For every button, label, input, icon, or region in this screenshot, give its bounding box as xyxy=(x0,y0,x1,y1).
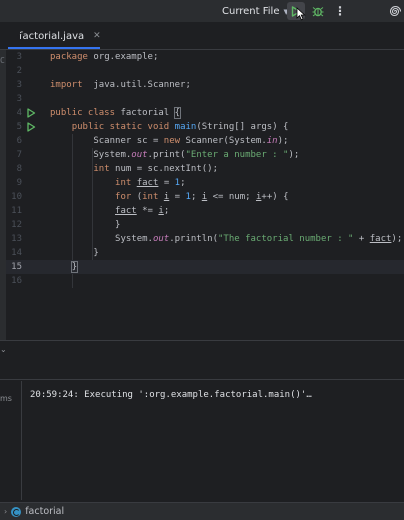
run-tool-window-tree: ms xyxy=(0,381,22,500)
line-number: 3 xyxy=(16,80,22,90)
line-number: 11 xyxy=(11,206,22,216)
code-line: 16 xyxy=(6,274,404,288)
code-line: 8 int num = sc.nextInt(); xyxy=(6,162,404,176)
line-number: 9 xyxy=(16,178,22,188)
line-number: 7 xyxy=(16,150,22,160)
tab-factorial-java[interactable]: factorial.java ✕ xyxy=(8,22,101,50)
code-line: 3 import java.util.Scanner; xyxy=(6,78,404,92)
code-line: 6 Scanner sc = new Scanner(System.in); xyxy=(6,134,404,148)
run-console[interactable]: 20:59:24: Executing ':org.example.factor… xyxy=(22,381,404,500)
mouse-cursor-icon xyxy=(296,7,306,21)
status-breadcrumb[interactable]: factorial xyxy=(25,506,64,517)
more-vertical-icon: ⋮ xyxy=(334,4,346,18)
line-number: 10 xyxy=(11,192,22,202)
chevron-right-icon[interactable]: › xyxy=(4,507,7,516)
line-number: 16 xyxy=(11,276,22,286)
chevron-down-icon[interactable]: ⌄ xyxy=(0,345,7,354)
line-number: 8 xyxy=(16,164,22,174)
code-line: 12 } xyxy=(6,218,404,232)
line-number: 3 xyxy=(16,94,22,104)
java-class-icon xyxy=(11,506,22,517)
title-bar: Current File ▼ ⋮ xyxy=(0,0,404,22)
code-text: package org.example; xyxy=(50,52,159,62)
code-text: Scanner sc = new Scanner(System.in); xyxy=(50,136,289,146)
code-line-current: 15 } xyxy=(6,260,404,274)
code-line: 2 xyxy=(6,64,404,78)
code-line: 13 System.out.println("The factorial num… xyxy=(6,232,404,246)
code-line: 9 int fact = 1; xyxy=(6,176,404,190)
code-text: } xyxy=(50,248,99,258)
run-configuration-dropdown[interactable]: Current File ▼ xyxy=(222,3,289,19)
debug-button[interactable] xyxy=(309,2,327,20)
code-text: import java.util.Scanner; xyxy=(50,80,191,90)
code-text: for (int i = 1; i <= num; i++) { xyxy=(115,192,289,202)
run-configuration-label: Current File xyxy=(222,5,280,17)
code-line: 3 package org.example; xyxy=(6,50,404,64)
more-actions-button[interactable]: ⋮ xyxy=(331,2,349,20)
code-editor[interactable]: 3 package org.example; 2 3 import java.u… xyxy=(6,50,404,340)
run-gutter-icon[interactable] xyxy=(26,108,36,118)
ai-spiral-icon xyxy=(389,5,401,16)
elapsed-time-label: ms xyxy=(0,394,12,403)
code-line: 5 public static void main(String[] args)… xyxy=(6,120,404,134)
close-icon[interactable]: ✕ xyxy=(93,31,101,41)
code-text: } xyxy=(50,220,121,230)
code-line: 7 System.out.print("Enter a number : "); xyxy=(6,148,404,162)
code-text: fact *= i; xyxy=(115,206,170,216)
line-number: 14 xyxy=(11,248,22,258)
line-number: 5 xyxy=(16,122,22,132)
line-number: 12 xyxy=(11,220,22,230)
code-text: int num = sc.nextInt(); xyxy=(93,164,218,174)
code-text: public class factorial { xyxy=(50,107,182,119)
tab-label: factorial.java xyxy=(19,30,85,42)
code-line: 11 fact *= i; xyxy=(6,204,404,218)
editor-tab-strip: factorial.java ✕ xyxy=(0,22,404,50)
tool-window-header[interactable]: ⌄ xyxy=(0,340,404,380)
active-tab-indicator xyxy=(8,47,100,49)
code-text: int fact = 1; xyxy=(115,178,186,188)
code-text: } xyxy=(70,261,79,273)
code-line: 4 public class factorial { xyxy=(6,106,404,120)
ai-assistant-button[interactable] xyxy=(386,2,404,20)
edge-glyph: C xyxy=(0,56,5,65)
code-line: 3 xyxy=(6,92,404,106)
status-bar: › factorial xyxy=(0,502,404,520)
code-text: System.out.print("Enter a number : "); xyxy=(50,150,300,160)
debug-bug-icon xyxy=(312,7,324,17)
line-number: 3 xyxy=(16,52,22,62)
line-number: 2 xyxy=(16,66,22,76)
code-line: 10 for (int i = 1; i <= num; i++) { xyxy=(6,190,404,204)
console-output-line: 20:59:24: Executing ':org.example.factor… xyxy=(30,390,312,400)
line-number: 6 xyxy=(16,136,22,146)
line-number: 15 xyxy=(11,262,22,272)
run-gutter-icon[interactable] xyxy=(26,122,36,132)
code-text: public static void main(String[] args) { xyxy=(71,122,289,132)
line-number: 4 xyxy=(16,108,22,118)
code-line: 14 } xyxy=(6,246,404,260)
line-number: 13 xyxy=(11,234,22,244)
code-text: System.out.println("The factorial number… xyxy=(50,234,403,244)
